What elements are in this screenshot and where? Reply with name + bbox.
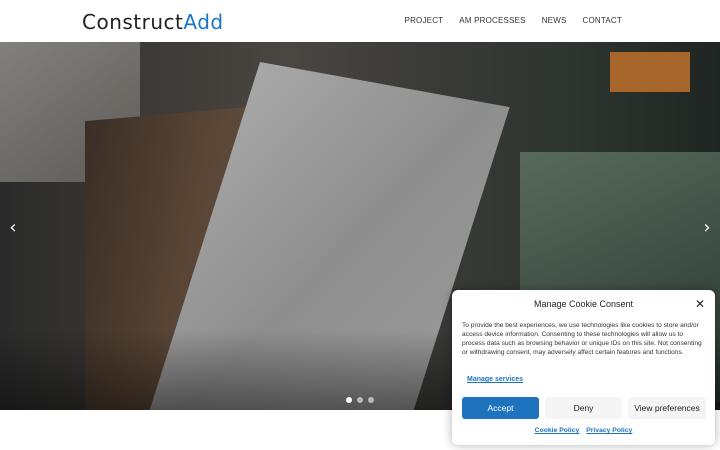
deny-button[interactable]: Deny (545, 397, 622, 419)
nav-item-project[interactable]: PROJECT (405, 16, 444, 25)
cookie-policy-link[interactable]: Cookie Policy (535, 427, 580, 434)
privacy-policy-link[interactable]: Privacy Policy (586, 427, 632, 434)
cookie-policy-links: Cookie Policy Privacy Policy (452, 427, 715, 434)
nav-item-am-processes[interactable]: AM PROCESSES (459, 16, 525, 25)
site-header: ConstructAdd PROJECT AM PROCESSES NEWS C… (0, 0, 720, 42)
view-preferences-button[interactable]: View preferences (628, 397, 706, 419)
site-logo[interactable]: ConstructAdd (82, 10, 224, 34)
manage-services-link[interactable]: Manage services (467, 376, 523, 383)
chevron-left-icon[interactable]: ‹ (3, 218, 23, 238)
nav-item-contact[interactable]: CONTACT (583, 16, 622, 25)
nav-item-news[interactable]: NEWS (542, 16, 567, 25)
cookie-consent-dialog: Manage Cookie Consent ✕ To provide the b… (452, 290, 715, 445)
slider-dot-2[interactable] (357, 397, 363, 403)
accept-button[interactable]: Accept (462, 397, 539, 419)
main-nav: PROJECT AM PROCESSES NEWS CONTACT (405, 16, 622, 25)
cookie-dialog-body: To provide the best experiences, we use … (462, 322, 702, 356)
logo-text-accent: Add (183, 10, 224, 34)
hero-image-background-part (610, 52, 690, 92)
slider-pagination (346, 397, 374, 403)
chevron-right-icon[interactable]: › (697, 218, 717, 238)
slider-dot-3[interactable] (368, 397, 374, 403)
logo-text-main: Construct (82, 10, 184, 34)
slider-dot-1[interactable] (346, 397, 352, 403)
close-icon[interactable]: ✕ (695, 297, 705, 311)
cookie-dialog-title: Manage Cookie Consent (533, 299, 634, 309)
